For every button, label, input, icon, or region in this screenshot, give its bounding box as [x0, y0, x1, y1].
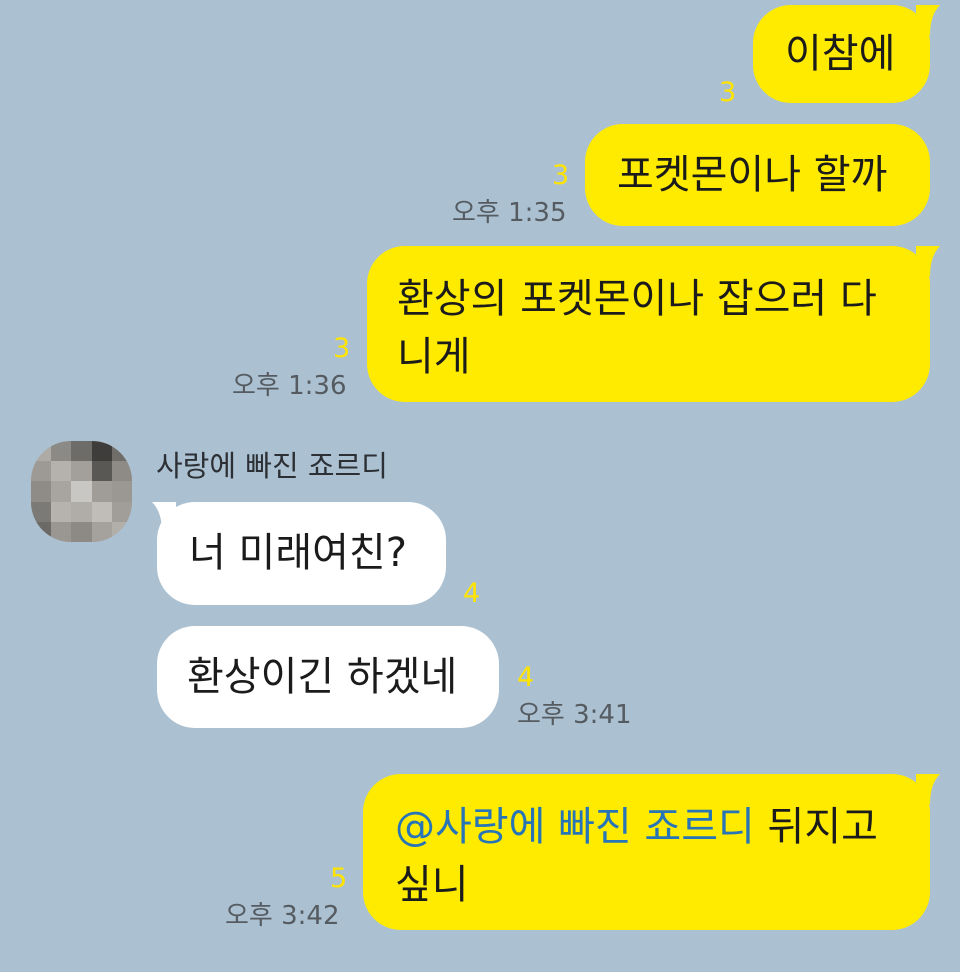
message-timestamp: 오후 1:36: [232, 371, 347, 401]
unread-count: 3: [719, 77, 737, 108]
unread-count: 3: [552, 160, 570, 191]
message-timestamp: 오후 3:42: [225, 901, 340, 931]
message-timestamp: 오후 1:35: [452, 198, 567, 228]
my-bubble-tail-icon: [916, 774, 940, 804]
message-text-line: @사랑에 빠진 죠르디 뒤지고: [395, 798, 930, 856]
message-text: 환상이긴 하겠네: [187, 654, 458, 700]
message-text: 너 미래여친?: [189, 530, 407, 576]
unread-count: 5: [330, 863, 348, 894]
message-text: 뒤지고: [754, 804, 878, 850]
message-text: 포켓몬이나 할까: [617, 152, 888, 198]
unread-count: 4: [517, 662, 535, 693]
message-text-line: 환상의 포켓몬이나 잡으러 다: [397, 276, 877, 322]
friend-message-bubble[interactable]: 너 미래여친?: [157, 502, 446, 605]
my-message-bubble[interactable]: 환상의 포켓몬이나 잡으러 다 니게: [367, 246, 930, 402]
pixelated-profile-avatar-icon[interactable]: [31, 441, 132, 542]
my-bubble-tail-icon: [916, 246, 940, 276]
message-text: 이참에: [785, 31, 896, 77]
mention-link[interactable]: @사랑에 빠진 죠르디: [395, 804, 755, 850]
my-bubble-tail-icon: [916, 5, 940, 35]
message-text-line: 니게: [397, 334, 471, 380]
unread-count: 4: [463, 578, 481, 609]
my-message-bubble[interactable]: 포켓몬이나 할까: [585, 124, 930, 226]
sender-name: 사랑에 빠진 죠르디: [156, 449, 388, 483]
unread-count: 3: [333, 333, 351, 364]
message-timestamp: 오후 3:41: [517, 700, 632, 730]
my-message-bubble[interactable]: @사랑에 빠진 죠르디 뒤지고 싶니: [363, 774, 930, 930]
message-text-line: 싶니: [395, 862, 469, 908]
friend-bubble-tail-icon: [152, 502, 176, 532]
my-message-bubble[interactable]: 이참에: [753, 5, 930, 103]
friend-message-bubble[interactable]: 환상이긴 하겠네: [157, 626, 499, 728]
